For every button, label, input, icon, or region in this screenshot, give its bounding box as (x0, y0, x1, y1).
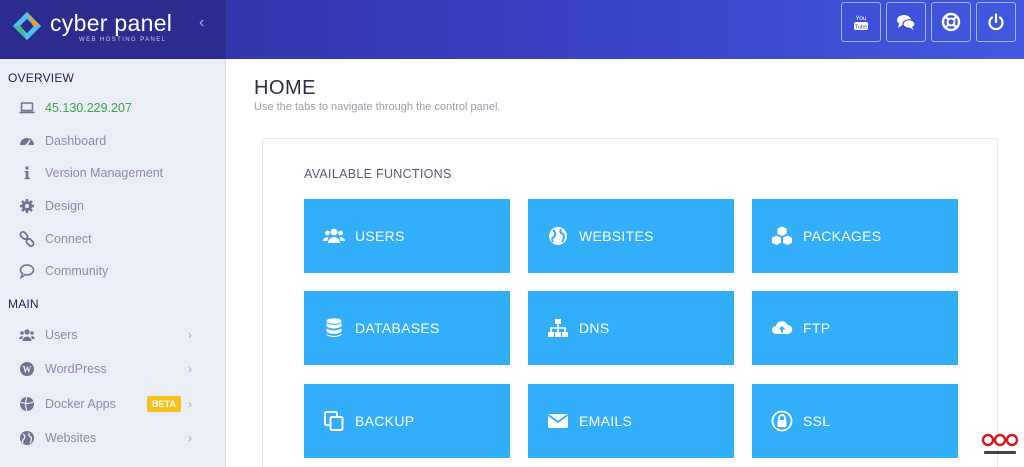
info-icon (18, 165, 35, 182)
tile-label: EMAILS (579, 413, 633, 429)
sidebar-item-label: Dashboard (45, 134, 107, 148)
svg-text:Tube: Tube (855, 25, 867, 31)
tile-label: USERS (355, 228, 405, 244)
dashboard-icon (18, 133, 35, 150)
chat-icon (897, 15, 916, 30)
sidebar-item-label: Websites (45, 431, 97, 445)
chevron-left-icon: ‹ (199, 14, 205, 31)
logout-button[interactable] (976, 2, 1016, 42)
websites-tile[interactable]: WEBSITES (528, 199, 734, 273)
youtube-icon: You Tube (854, 15, 868, 31)
lifebuoy-icon (941, 12, 961, 32)
brand-name: cyber panel (50, 10, 173, 36)
tile-label: DATABASES (355, 320, 440, 336)
server-ip-label: 45.130.229.207 (45, 101, 132, 115)
svg-text:You: You (856, 15, 867, 22)
tile-label: FTP (803, 320, 831, 336)
panel-title: AVAILABLE FUNCTIONS (304, 167, 452, 181)
ssl-tile[interactable]: SSL (752, 384, 958, 458)
youtube-button[interactable]: You Tube (841, 2, 881, 42)
chat-button[interactable] (886, 2, 926, 42)
sidebar-item-ip[interactable]: 45.130.229.207 (0, 94, 226, 122)
sidebar-item-label: WordPress (45, 362, 107, 376)
databases-tile[interactable]: DATABASES (304, 291, 510, 365)
laptop-icon (18, 100, 35, 117)
database-icon (322, 316, 346, 340)
sidebar-item-docker-apps[interactable]: Docker Apps BETA › (0, 390, 226, 418)
sidebar-item-label: Users (45, 328, 78, 342)
wordpress-icon: W (18, 361, 35, 378)
brand: cyber panel WEB HOSTING PANEL ‹ (0, 0, 226, 59)
support-button[interactable] (931, 2, 971, 42)
sidebar-item-version-management[interactable]: Version Management (0, 159, 226, 187)
sidebar-item-label: Docker Apps (45, 397, 116, 411)
backup-tile[interactable]: BACKUP (304, 384, 510, 458)
cubes-icon (770, 224, 794, 248)
sidebar-item-websites[interactable]: Websites › (0, 424, 226, 452)
main-section-title: MAIN (8, 297, 39, 311)
globe-icon (18, 430, 35, 447)
sidebar-item-community[interactable]: Community (0, 257, 226, 285)
dns-tile[interactable]: DNS (528, 291, 734, 365)
link-icon (18, 231, 35, 248)
users-icon (322, 224, 346, 248)
sidebar: OVERVIEW 45.130.229.207 Dashboard Versio… (0, 59, 226, 467)
copy-icon (322, 409, 346, 433)
chevron-right-icon: › (188, 362, 192, 376)
packages-tile[interactable]: PACKAGES (752, 199, 958, 273)
chevron-right-icon: › (188, 431, 192, 445)
sidebar-collapse-button[interactable]: ‹ (199, 14, 204, 32)
gear-icon (18, 198, 35, 215)
lock-icon (770, 409, 794, 433)
globe-icon (546, 224, 570, 248)
brand-subtitle: WEB HOSTING PANEL (79, 37, 167, 43)
sidebar-item-connect[interactable]: Connect (0, 225, 226, 253)
users-tile[interactable]: USERS (304, 199, 510, 273)
sidebar-item-label: Connect (45, 232, 92, 246)
sidebar-item-dashboard[interactable]: Dashboard (0, 127, 226, 155)
cyberpanel-logo-icon (12, 11, 42, 41)
watermark-logo-icon (981, 433, 1019, 454)
sidebar-item-users[interactable]: Users › (0, 321, 226, 349)
sitemap-icon (546, 316, 570, 340)
sidebar-item-label: Version Management (45, 166, 164, 180)
sidebar-item-label: Design (45, 199, 84, 213)
chevron-right-icon: › (188, 328, 192, 342)
users-icon (18, 327, 35, 344)
page-subtitle: Use the tabs to navigate through the con… (254, 101, 501, 113)
tile-label: WEBSITES (579, 228, 654, 244)
svg-text:W: W (22, 365, 31, 375)
power-icon (988, 13, 1004, 31)
beta-badge: BETA (147, 396, 181, 412)
envelope-icon (546, 409, 570, 433)
sidebar-item-wordpress[interactable]: W WordPress › (0, 355, 226, 383)
sidebar-item-label: Community (45, 264, 109, 278)
tile-label: BACKUP (355, 413, 415, 429)
overview-section-title: OVERVIEW (8, 71, 75, 85)
sidebar-item-design[interactable]: Design (0, 192, 226, 220)
tile-label: SSL (803, 413, 831, 429)
ftp-tile[interactable]: FTP (752, 291, 958, 365)
top-header: cyber panel WEB HOSTING PANEL ‹ You Tube (0, 0, 1024, 59)
docker-icon (18, 396, 35, 413)
chevron-right-icon: › (188, 397, 192, 411)
comment-icon (18, 263, 35, 280)
page-title: HOME (254, 77, 316, 99)
emails-tile[interactable]: EMAILS (528, 384, 734, 458)
cloud-upload-icon (770, 316, 794, 340)
tile-label: PACKAGES (803, 228, 882, 244)
tile-label: DNS (579, 320, 610, 336)
